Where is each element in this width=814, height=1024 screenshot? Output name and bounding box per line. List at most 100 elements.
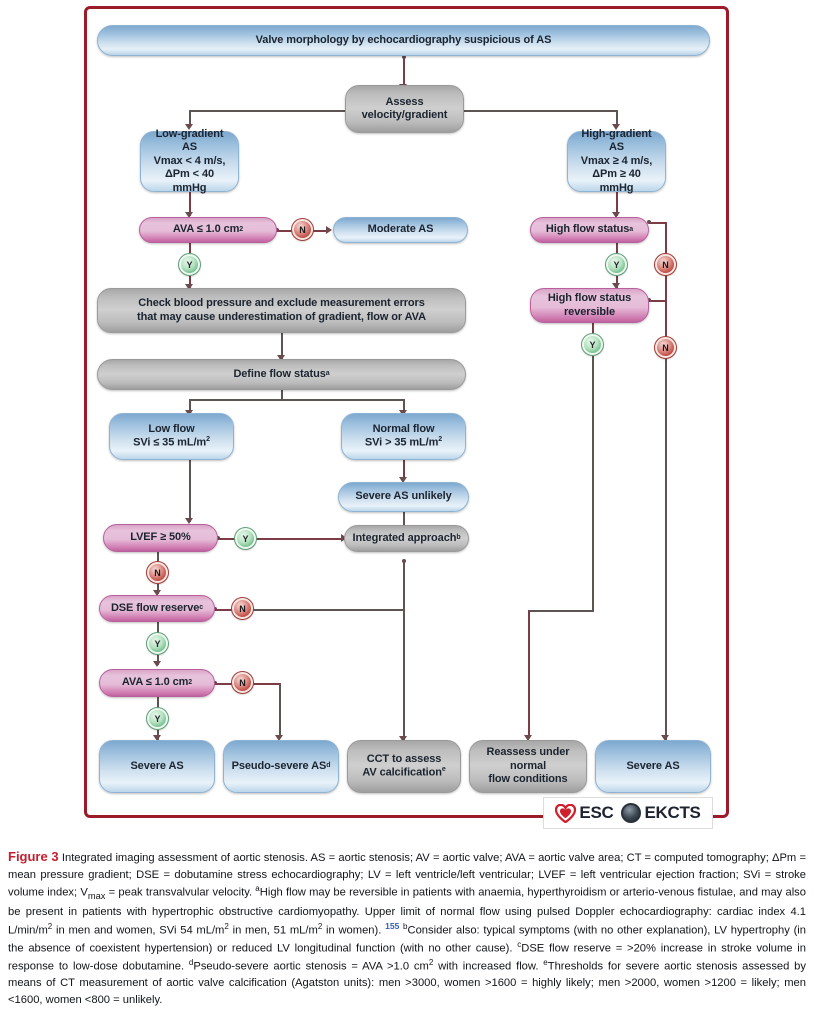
node-dse-flow-reserve[interactable]: DSE flow reserve c: [99, 595, 215, 622]
ava-first-sup: 2: [239, 225, 244, 233]
note-a-text4: in women).: [322, 924, 386, 937]
eacts-label: EΚCTS: [644, 803, 701, 822]
connector-lowflow-lvef: [189, 460, 191, 522]
node-normal-flow[interactable]: Normal flow SVi > 35 mL/m2: [341, 413, 466, 460]
badge-no-ava-second[interactable]: N: [231, 671, 254, 694]
node-severe-as-right[interactable]: Severe AS: [595, 740, 711, 793]
low-flow-line1: Low flow: [148, 422, 195, 435]
normal-flow-line1: Normal flow: [372, 422, 435, 435]
node-title-label: Valve morphology by echocardiography sus…: [255, 33, 552, 46]
ava-second-label: AVA ≤ 1.0 cm: [121, 676, 189, 689]
node-severe-as-left[interactable]: Severe AS: [99, 740, 215, 793]
assess-line2: velocity/gradient: [361, 109, 448, 121]
node-lvef[interactable]: LVEF ≥ 50%: [103, 524, 218, 552]
check-bp-line1: Check blood pressure and exclude measure…: [138, 297, 425, 310]
connector-no-pseudo-v: [279, 683, 281, 738]
esc-logo: ESC: [555, 803, 614, 824]
figure-page: Valve morphology by echocardiography sus…: [0, 0, 814, 1024]
connector-yes-long-down: [592, 356, 594, 611]
badge-label: Y: [613, 259, 620, 270]
node-reassess-normal-flow[interactable]: Reassess under normal flow conditions: [469, 740, 587, 793]
connector-dot: [402, 559, 406, 563]
badge-no-dse[interactable]: N: [231, 597, 254, 620]
arrow-to-moderate: [326, 226, 332, 234]
cct-line1: CCT to assess: [366, 752, 442, 765]
badge-no-lvef[interactable]: N: [146, 561, 169, 584]
assess-line1: Assess: [385, 95, 424, 108]
badge-label: Y: [242, 533, 249, 544]
node-title[interactable]: Valve morphology by echocardiography sus…: [97, 25, 710, 56]
connector-no-pseudo-h: [253, 683, 281, 685]
badge-no-ava-first[interactable]: N: [291, 218, 314, 241]
high-flow-status-label: High flow status: [545, 223, 630, 236]
node-low-flow[interactable]: Low flow SVi ≤ 35 mL/m2: [109, 413, 234, 460]
ava-second-sup: 2: [188, 678, 193, 686]
normal-flow-line2: SVi > 35 mL/m2: [364, 436, 443, 449]
node-high-gradient-as[interactable]: High-gradient AS Vmax ≥ 4 m/s, ΔPm ≥ 40 …: [567, 127, 666, 194]
connector-no-cct: [253, 609, 405, 611]
connector-lvef-no: [157, 552, 159, 562]
node-ava-second[interactable]: AVA ≤ 1.0 cm 2: [99, 669, 215, 697]
severe-as-right-label: Severe AS: [626, 759, 680, 772]
node-cct-av-calcification[interactable]: CCT to assess AV calcificatione: [347, 740, 461, 793]
dse-label: DSE flow reserve: [110, 601, 200, 614]
node-define-flow-status[interactable]: Define flow status a: [97, 359, 466, 390]
figure-caption: Figure 3 Integrated imaging assessment o…: [8, 848, 806, 1008]
ava-first-label: AVA ≤ 1.0 cm: [172, 223, 240, 236]
connector-lvef-yes: [218, 538, 236, 540]
badge-no-reversible[interactable]: N: [654, 336, 677, 359]
badge-label: N: [154, 567, 161, 578]
node-high-flow-reversible[interactable]: High flow status reversible: [530, 288, 649, 323]
badge-yes-lvef[interactable]: Y: [234, 527, 257, 550]
badge-label: Y: [186, 259, 193, 270]
connector-right-no-mid: [665, 275, 667, 337]
badge-yes-dse[interactable]: Y: [146, 632, 169, 655]
badge-label: N: [239, 677, 246, 688]
high-gradient-line1: High-gradient AS: [581, 127, 652, 154]
badge-label: N: [662, 342, 669, 353]
badge-yes-high-flow-status[interactable]: Y: [605, 253, 628, 276]
node-high-flow-status[interactable]: High flow status a: [530, 217, 649, 243]
reversible-line2: reversible: [564, 305, 615, 318]
connector-right-no-long: [665, 358, 667, 740]
badge-label: Y: [154, 713, 161, 724]
node-ava-first[interactable]: AVA ≤ 1.0 cm 2: [139, 217, 277, 243]
high-flow-status-sup: a: [629, 225, 634, 233]
define-flow-sup: a: [325, 370, 330, 378]
badge-yes-ava-first[interactable]: Y: [178, 253, 201, 276]
low-gradient-line2: Vmax < 4 m/s,: [153, 154, 226, 167]
node-severe-as-unlikely[interactable]: Severe AS unlikely: [338, 482, 469, 512]
high-gradient-line2: Vmax ≥ 4 m/s,: [580, 154, 653, 167]
check-bp-line2: that may cause underestimation of gradie…: [137, 310, 426, 323]
connector-yes-integrated: [256, 538, 344, 540]
connector-ava1-no: [277, 230, 293, 232]
heart-icon: [555, 803, 577, 824]
badge-label: Y: [589, 339, 596, 350]
integrated-label: Integrated approach: [352, 531, 457, 544]
node-moderate-as[interactable]: Moderate AS: [333, 217, 468, 243]
badge-yes-reversible[interactable]: Y: [581, 333, 604, 356]
connector-yes-jog: [528, 610, 594, 612]
node-pseudo-severe-as[interactable]: Pseudo-severe AS d: [223, 740, 339, 793]
reference-link[interactable]: 155: [385, 921, 399, 931]
esc-label: ESC: [579, 803, 614, 822]
arrow-to-ava2: [153, 661, 161, 667]
low-flow-line2: SVi ≤ 35 mL/m2: [133, 436, 210, 449]
node-check-blood-pressure[interactable]: Check blood pressure and exclude measure…: [97, 288, 466, 333]
severe-unlikely-label: Severe AS unlikely: [355, 490, 452, 503]
reversible-line1: High flow status: [547, 292, 632, 305]
node-assess-velocity-gradient[interactable]: Assess velocity/gradient: [345, 85, 464, 133]
low-gradient-line1: Low-gradient AS: [155, 127, 224, 154]
badge-label: N: [239, 603, 246, 614]
node-integrated-approach[interactable]: Integrated approach b: [344, 525, 469, 552]
badge-no-high-flow-status[interactable]: N: [654, 253, 677, 276]
note-d-text2: with increased flow.: [433, 961, 544, 974]
reassess-line1: Reassess under: [486, 746, 570, 759]
badge-yes-ava-second[interactable]: Y: [146, 707, 169, 730]
connector-unlikely-integrated: [403, 512, 405, 526]
cct-line2: AV calcificatione: [362, 766, 446, 779]
note-a-text2: in men and women, SVi 54 mL/m: [52, 924, 225, 937]
node-low-gradient-as[interactable]: Low-gradient AS Vmax < 4 m/s, ΔPm < 40 m…: [140, 127, 239, 194]
connector-integrated-cct: [403, 560, 405, 740]
define-flow-label: Define flow status: [233, 367, 326, 380]
